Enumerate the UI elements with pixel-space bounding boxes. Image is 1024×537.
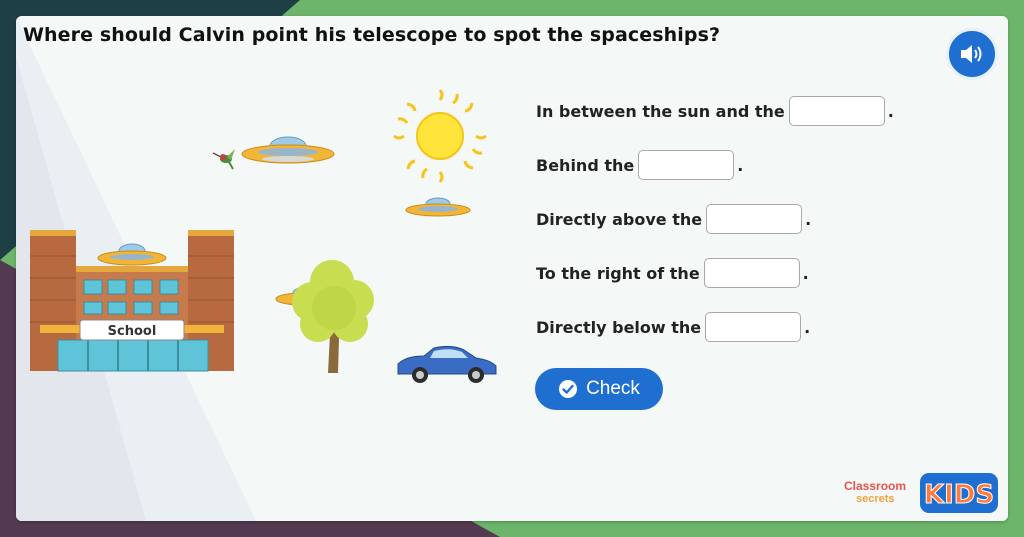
- answer-row-3: Directly above the .: [536, 204, 811, 234]
- classroom-secrets-kids-logo: Classroom secrets KIDS: [844, 473, 998, 513]
- answer-prompt: To the right of the: [536, 263, 700, 283]
- scene-illustration: School: [30, 89, 497, 383]
- answer-suffix: .: [805, 209, 812, 229]
- answer-prompt: Directly above the: [536, 209, 703, 229]
- answer-input-3[interactable]: [706, 204, 803, 234]
- tree-icon: [292, 260, 374, 373]
- spaceship-icon: [97, 243, 167, 266]
- spaceship-icon: [241, 136, 335, 164]
- answer-input-5[interactable]: [705, 312, 802, 342]
- spaceship-icon: [405, 197, 471, 217]
- answer-suffix: .: [887, 101, 894, 121]
- answer-prompt: In between the sun and the: [536, 101, 785, 121]
- speaker-icon: [961, 45, 982, 63]
- answer-row-5: Directly below the .: [536, 312, 810, 342]
- logo-kids: KIDS: [924, 480, 994, 510]
- answer-suffix: .: [804, 317, 811, 337]
- answer-input-1[interactable]: [788, 96, 885, 126]
- car-icon: [397, 345, 497, 383]
- answer-suffix: .: [737, 155, 744, 175]
- answer-input-4[interactable]: [703, 258, 800, 288]
- school-sign: School: [108, 324, 157, 339]
- question-card: Where should Calvin point his telescope …: [16, 16, 1008, 521]
- answer-prompt: Directly below the: [536, 317, 702, 337]
- sun-icon: [393, 89, 487, 183]
- check-label: Check: [586, 378, 640, 399]
- answer-row-1: In between the sun and the .: [536, 96, 894, 126]
- bird-icon: [212, 149, 235, 170]
- check-circle-icon: [559, 380, 578, 398]
- answer-input-2[interactable]: [638, 150, 735, 180]
- check-button[interactable]: Check: [535, 368, 663, 410]
- logo-classroom: Classroom: [844, 479, 906, 493]
- answer-row-2: Behind the .: [536, 150, 743, 180]
- logo-secrets: secrets: [856, 493, 895, 505]
- answer-suffix: .: [802, 263, 809, 283]
- answer-prompt: Behind the: [536, 155, 635, 175]
- audio-button[interactable]: [946, 28, 998, 80]
- answer-row-4: To the right of the .: [536, 258, 809, 288]
